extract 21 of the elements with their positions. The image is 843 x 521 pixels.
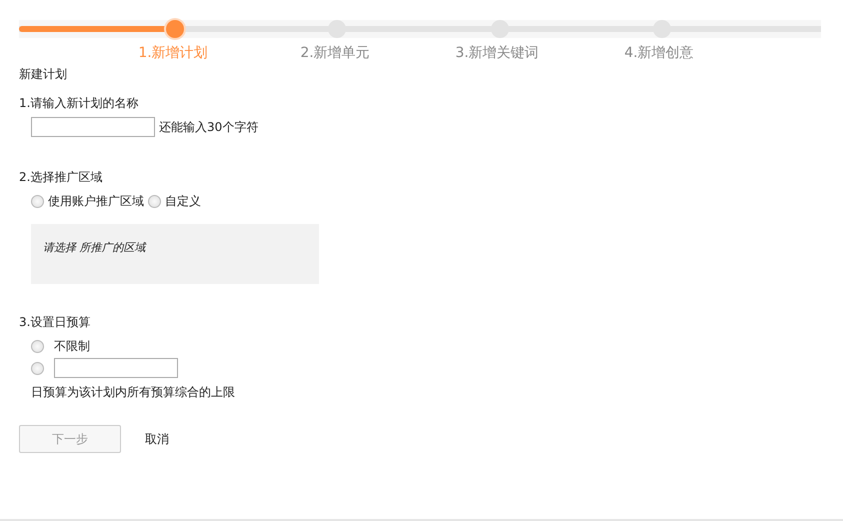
- radio-button[interactable]: [31, 340, 44, 353]
- step-label[interactable]: 3.新增关键词: [416, 44, 578, 62]
- radio-button[interactable]: [31, 195, 44, 208]
- section-title: 1.请输入新计划的名称: [19, 95, 140, 112]
- budget-note: 日预算为该计划内所有预算综合的上限: [31, 384, 235, 401]
- radio-label: 使用账户推广区域: [48, 193, 144, 210]
- section-title: 3.设置日预算: [19, 314, 92, 331]
- section-title: 2.选择推广区域: [19, 169, 104, 186]
- step-label[interactable]: 2.新增单元: [254, 44, 416, 62]
- page-title: 新建计划: [19, 66, 68, 83]
- cancel-link[interactable]: 取消: [145, 430, 169, 448]
- radio-label: 不限制: [54, 338, 90, 355]
- radio-label: 自定义: [165, 193, 201, 210]
- radio-button[interactable]: [148, 195, 161, 208]
- step-label[interactable]: 1.新增计划: [92, 44, 254, 62]
- plan-name-input[interactable]: [31, 117, 155, 137]
- character-count-hint: 还能输入30个字符: [159, 118, 258, 136]
- radio-button[interactable]: [31, 362, 44, 374]
- budget-input[interactable]: [54, 358, 178, 378]
- step-label[interactable]: 4.新增创意: [578, 44, 740, 62]
- region-selector: 请选择 所推广的区域: [31, 224, 319, 284]
